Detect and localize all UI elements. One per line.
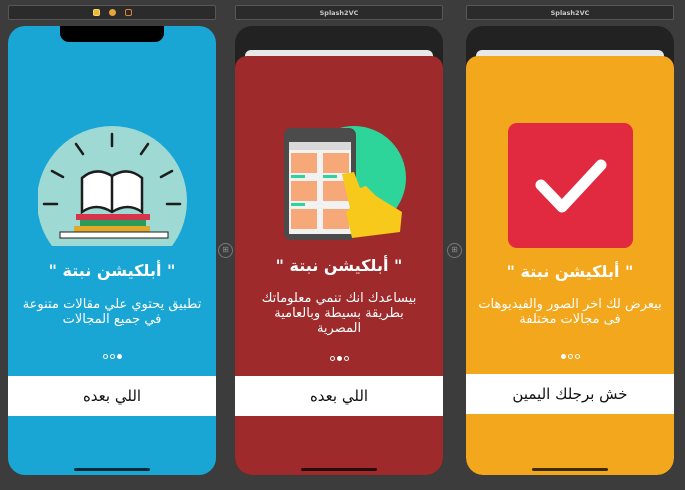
- app-title: " أبلكيشن نبتة ": [275, 256, 403, 275]
- segue-arrow-icon[interactable]: ⊞: [218, 243, 233, 258]
- home-indicator: [301, 468, 377, 471]
- scene-title: Splash2VC: [319, 8, 359, 17]
- page-dot[interactable]: [567, 354, 573, 359]
- notch: [60, 26, 164, 42]
- book-icon: [38, 126, 187, 246]
- app-title: " أبلكيشن نبتة ": [48, 261, 176, 280]
- scene-bar-3[interactable]: Splash2VC: [466, 5, 674, 20]
- page-dot[interactable]: [102, 354, 108, 359]
- scene-title: Splash2VC: [550, 8, 590, 17]
- home-indicator: [74, 468, 150, 471]
- feature-description: بيعرض لك اخر الصور والفيديوهات فى مجالات…: [478, 297, 662, 327]
- onboarding-screen-1: " أبلكيشن نبتة " تطبيق يحتوي علي مقالات …: [8, 26, 216, 475]
- onboarding-screen-3: " أبلكيشن نبتة " بيعرض لك اخر الصور والف…: [466, 26, 674, 475]
- home-indicator: [532, 468, 608, 471]
- scene-bar-1[interactable]: [8, 5, 216, 20]
- feature-description: بيساعدك انك تنمي معلوماتك بطريقة بسيطة و…: [261, 291, 417, 336]
- page-dot[interactable]: [574, 354, 580, 359]
- page-dot-active[interactable]: [116, 354, 122, 359]
- exit-icon[interactable]: [124, 9, 132, 16]
- checkmark-icon: [508, 123, 633, 248]
- segue-arrow-icon[interactable]: ⊞: [447, 243, 462, 258]
- page-indicator[interactable]: [235, 356, 443, 361]
- first-responder-icon[interactable]: [108, 9, 116, 16]
- page-dot[interactable]: [343, 356, 349, 361]
- onboarding-screen-2: " أبلكيشن نبتة " بيساعدك انك تنمي معلوما…: [235, 26, 443, 475]
- enter-button[interactable]: خش برجلك اليمين: [466, 374, 674, 414]
- app-title: " أبلكيشن نبتة ": [506, 262, 634, 281]
- phone-hand-icon: [284, 126, 406, 240]
- page-dot-active[interactable]: [336, 356, 342, 361]
- page-indicator[interactable]: [8, 354, 216, 359]
- scene-bar-2[interactable]: Splash2VC: [235, 5, 443, 20]
- next-button[interactable]: اللي بعده: [235, 376, 443, 416]
- page-dot-active[interactable]: [560, 354, 566, 359]
- page-indicator[interactable]: [466, 354, 674, 359]
- page-dot[interactable]: [329, 356, 335, 361]
- feature-description: تطبيق يحتوي علي مقالات متنوعة في جميع ال…: [22, 297, 202, 327]
- view-controller-icon[interactable]: [92, 9, 100, 16]
- next-button[interactable]: اللي بعده: [8, 376, 216, 416]
- page-dot[interactable]: [109, 354, 115, 359]
